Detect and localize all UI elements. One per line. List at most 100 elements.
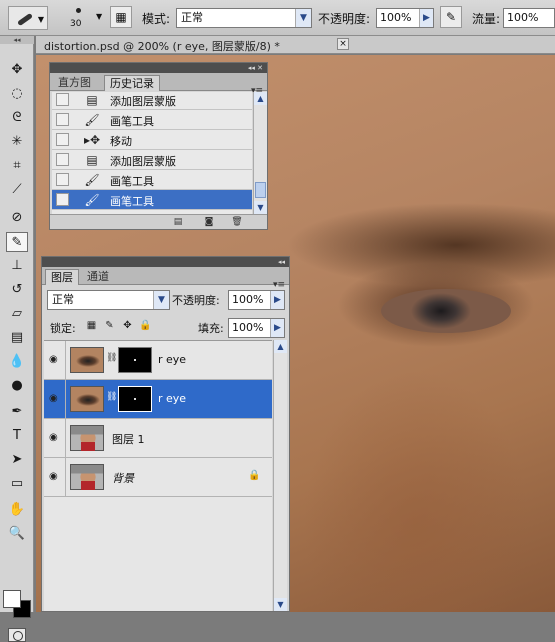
lasso-tool-icon[interactable]: ᘓ — [6, 108, 28, 128]
pen-tool-icon[interactable]: ✒ — [6, 402, 28, 422]
history-item-selected[interactable]: 🖌 画笔工具 — [52, 190, 252, 210]
opacity-input[interactable]: 100% ▶ — [376, 8, 434, 28]
history-item[interactable]: ▤ 添加图层蒙版 — [52, 92, 252, 110]
new-snapshot-icon[interactable]: ◙ — [202, 217, 216, 228]
history-snapshot-box[interactable] — [56, 193, 69, 206]
layer-thumbnail[interactable] — [70, 464, 104, 490]
history-item[interactable]: ▸✥ 移动 — [52, 130, 252, 150]
dodge-tool-icon[interactable]: ● — [6, 376, 28, 396]
brush-size-picker[interactable]: 30 ▼ — [62, 3, 104, 33]
history-scrollbar[interactable]: ▲ ▼ — [253, 92, 267, 214]
document-tab[interactable]: distortion.psd @ 200% (r eye, 图层蒙版/8) * … — [36, 36, 555, 54]
panel-titlebar[interactable]: ◂◂ ✕ — [50, 63, 267, 73]
collapse-icon[interactable]: ◂◂ ✕ — [248, 63, 263, 73]
layer-name: 背景 — [112, 472, 134, 485]
gradient-tool-icon[interactable]: ▤ — [6, 328, 28, 348]
eyedropper-tool-icon[interactable]: ⟋ — [6, 180, 28, 200]
history-panel: ◂◂ ✕ 直方图 历史记录 ▾≡ ▤ 添加图层蒙版 🖌 画笔工具 ▸✥ 移动 ▤… — [49, 62, 268, 230]
layer-visibility-toggle[interactable]: ◉ — [44, 380, 66, 419]
panel-menu-icon[interactable]: ▾≡ — [273, 280, 285, 290]
chevron-right-icon: ▶ — [270, 291, 284, 309]
layer-thumbnail[interactable] — [70, 347, 104, 373]
flow-input[interactable]: 100% — [503, 8, 555, 28]
history-brush-tool-icon[interactable]: ↺ — [6, 280, 28, 300]
tab-histogram[interactable]: 直方图 — [53, 75, 96, 91]
layers-scrollbar[interactable]: ▲ ▼ — [273, 340, 287, 611]
history-snapshot-box[interactable] — [56, 133, 69, 146]
history-item-label: 移动 — [110, 135, 132, 148]
lock-pixels-icon[interactable]: ✎ — [103, 319, 116, 332]
zoom-tool-icon[interactable]: 🔍 — [6, 524, 28, 544]
history-footer: ▤ ◙ 🗑 — [50, 214, 267, 229]
close-icon[interactable]: × — [337, 38, 349, 50]
foreground-color-swatch[interactable] — [3, 590, 21, 608]
layer-visibility-toggle[interactable]: ◉ — [44, 419, 66, 458]
panel-titlebar[interactable]: ◂◂ — [42, 257, 289, 267]
hand-tool-icon[interactable]: ✋ — [6, 500, 28, 520]
brush-tip-icon — [76, 8, 81, 13]
brush-icon — [17, 12, 33, 27]
shape-tool-icon[interactable]: ▭ — [6, 474, 28, 494]
lock-all-icon[interactable]: 🔒 — [139, 319, 152, 332]
lock-icon: 🔒 — [248, 470, 261, 481]
history-snapshot-box[interactable] — [56, 173, 69, 186]
quick-mask-icon[interactable] — [8, 628, 26, 642]
layer-row[interactable]: ◉ 图层 1 — [44, 419, 272, 458]
layer-row-selected[interactable]: ◉ ⛓ r eye — [44, 380, 272, 419]
brush-panel-icon: ▦ — [115, 10, 127, 24]
eye-icon: ◉ — [49, 393, 58, 404]
link-icon[interactable]: ⛓ — [106, 353, 117, 363]
healing-brush-tool-icon[interactable]: ⊘ — [6, 208, 28, 228]
brush-tool-icon[interactable]: ✎ — [6, 232, 28, 252]
blend-mode-select[interactable]: 正常 ▼ — [47, 290, 170, 310]
scroll-up-icon[interactable]: ▲ — [274, 340, 287, 353]
history-snapshot-box[interactable] — [56, 153, 69, 166]
clone-stamp-tool-icon[interactable]: ⊥ — [6, 256, 28, 276]
layer-row[interactable]: ◉ 背景 🔒 — [44, 458, 272, 497]
layer-opacity-input[interactable]: 100% ▶ — [228, 290, 285, 310]
tab-history[interactable]: 历史记录 — [104, 75, 160, 91]
scroll-down-icon[interactable]: ▼ — [274, 598, 287, 611]
mode-select[interactable]: 正常 ▼ — [176, 8, 312, 28]
layer-mask-thumbnail[interactable] — [118, 386, 152, 412]
layer-row[interactable]: ◉ ⛓ r eye — [44, 341, 272, 380]
lock-transparency-icon[interactable]: ▦ — [85, 319, 98, 332]
tablet-pressure-opacity-button[interactable]: ✎ — [440, 6, 462, 28]
layer-thumbnail[interactable] — [70, 386, 104, 412]
history-item[interactable]: 🖌 画笔工具 — [52, 170, 252, 190]
history-snapshot-box[interactable] — [56, 93, 69, 106]
scroll-up-icon[interactable]: ▲ — [254, 92, 267, 105]
magic-wand-tool-icon[interactable]: ✳ — [6, 132, 28, 152]
new-document-from-state-icon[interactable]: ▤ — [171, 217, 185, 228]
layer-mask-thumbnail[interactable] — [118, 347, 152, 373]
path-selection-tool-icon[interactable]: ➤ — [6, 450, 28, 470]
scroll-down-icon[interactable]: ▼ — [254, 201, 267, 214]
lock-position-icon[interactable]: ✥ — [121, 319, 134, 332]
history-snapshot-box[interactable] — [56, 113, 69, 126]
marquee-tool-icon[interactable]: ◌ — [6, 84, 28, 104]
brush-panel-toggle-button[interactable]: ▦ — [110, 6, 132, 28]
history-item-label: 添加图层蒙版 — [110, 155, 176, 168]
scroll-thumb[interactable] — [255, 182, 266, 198]
tools-panel-grip[interactable]: ◂◂ — [0, 36, 34, 44]
collapse-icon[interactable]: ◂◂ — [278, 257, 285, 267]
tool-preset-picker[interactable]: ▼ — [8, 6, 48, 30]
layer-visibility-toggle[interactable]: ◉ — [44, 341, 66, 380]
link-icon[interactable]: ⛓ — [106, 392, 117, 402]
fill-input[interactable]: 100% ▶ — [228, 318, 285, 338]
history-item[interactable]: 🖌 画笔工具 — [52, 110, 252, 130]
history-item[interactable]: ▤ 添加图层蒙版 — [52, 150, 252, 170]
tab-channels[interactable]: 通道 — [82, 269, 114, 285]
eraser-tool-icon[interactable]: ▱ — [6, 304, 28, 324]
chevron-right-icon: ▶ — [270, 319, 284, 337]
chevron-down-icon: ▼ — [96, 12, 103, 21]
crop-tool-icon[interactable]: ⌗ — [6, 156, 28, 176]
tab-layers[interactable]: 图层 — [45, 269, 79, 285]
color-swatches[interactable] — [3, 584, 33, 624]
move-tool-icon[interactable]: ✥ — [6, 60, 28, 80]
layer-thumbnail[interactable] — [70, 425, 104, 451]
layer-visibility-toggle[interactable]: ◉ — [44, 458, 66, 497]
type-tool-icon[interactable]: T — [6, 426, 28, 446]
blur-tool-icon[interactable]: 💧 — [6, 352, 28, 372]
trash-icon[interactable]: 🗑 — [230, 217, 244, 228]
